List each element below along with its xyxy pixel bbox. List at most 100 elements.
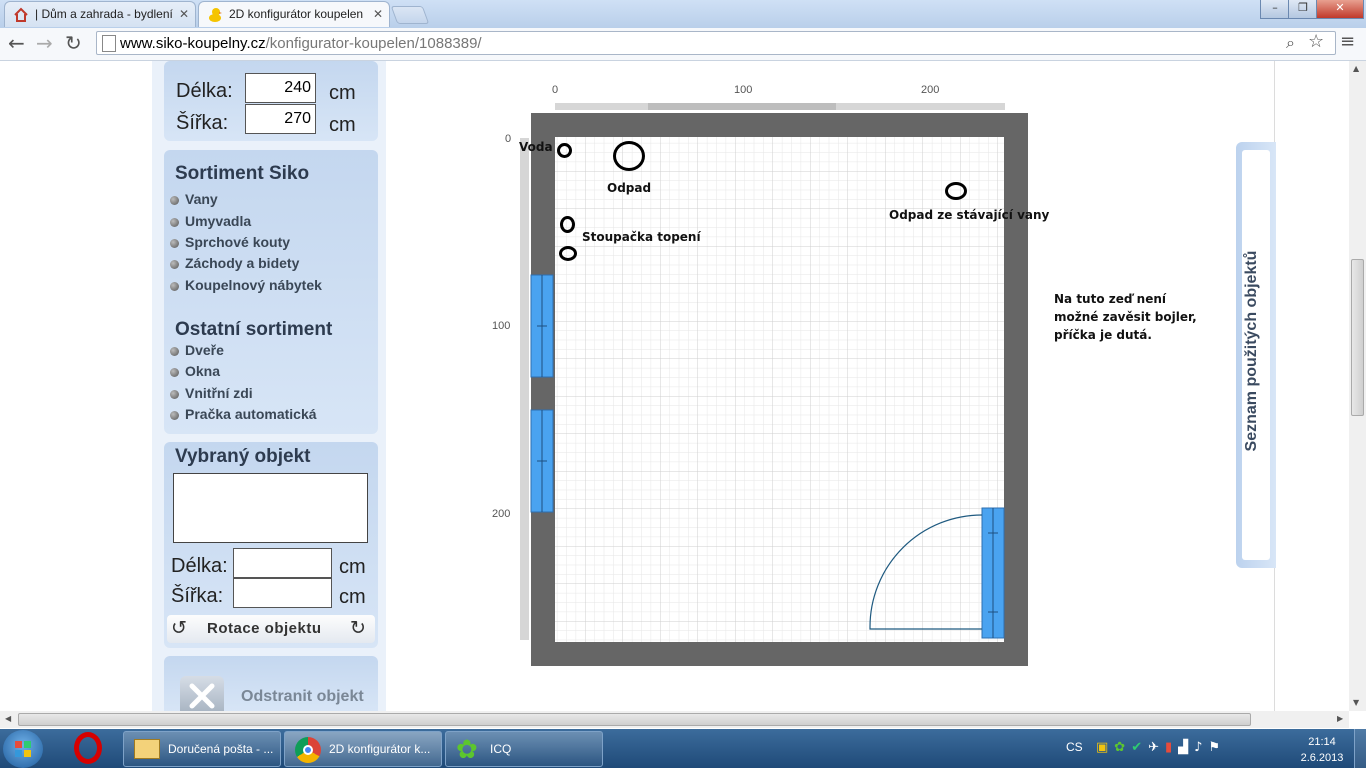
bullet-icon bbox=[170, 260, 179, 269]
taskbar-item-label: ICQ bbox=[490, 742, 512, 756]
taskbar-item-label: Doručená pošta - ... bbox=[168, 742, 274, 756]
unit-label: cm bbox=[339, 586, 366, 608]
wall-note: Na tuto zeď není možné zavěsit bojler, p… bbox=[1054, 290, 1197, 344]
ruler-x-highlight bbox=[648, 103, 836, 110]
heating-riser-marker[interactable] bbox=[559, 246, 577, 261]
tab-konfigurator[interactable]: 2D konfigurátor koupelen ✕ bbox=[198, 1, 390, 27]
close-tab-icon[interactable]: ✕ bbox=[373, 2, 383, 26]
wall-note-line: Na tuto zeď není bbox=[1054, 292, 1166, 306]
unit-label: cm bbox=[329, 114, 356, 136]
taskbar-item-icq[interactable]: ✿ ICQ bbox=[445, 731, 603, 767]
page-icon bbox=[102, 35, 116, 52]
ruler-y-label: 200 bbox=[492, 508, 511, 520]
maximize-button[interactable]: ❐ bbox=[1288, 0, 1318, 19]
volume-icon[interactable]: ♪ bbox=[1194, 740, 1208, 755]
clock-time: 21:14 bbox=[1308, 736, 1336, 748]
room-width-input[interactable] bbox=[245, 104, 316, 134]
ruler-y-label: 100 bbox=[492, 320, 511, 332]
length-label: Délka: bbox=[176, 80, 233, 102]
scroll-right-icon[interactable]: ▶ bbox=[1337, 714, 1343, 723]
object-width-input[interactable] bbox=[233, 578, 332, 608]
bullet-icon bbox=[170, 411, 179, 420]
unit-label: cm bbox=[329, 82, 356, 104]
url-text[interactable]: www.siko-koupelny.cz/konfigurator-koupel… bbox=[120, 35, 482, 52]
vertical-scroll-thumb[interactable] bbox=[1351, 259, 1364, 416]
show-desktop-button[interactable] bbox=[1354, 729, 1366, 768]
ostatni-item-okna[interactable]: Okna bbox=[185, 363, 220, 379]
start-button[interactable] bbox=[3, 730, 43, 768]
rotate-label: Rotace objektu bbox=[207, 620, 322, 637]
sortiment-item-zachody[interactable]: Záchody a bidety bbox=[185, 255, 299, 271]
sortiment-item-nabytek[interactable]: Koupelnový nábytek bbox=[185, 277, 322, 293]
sortiment-item-sprchove-kouty[interactable]: Sprchové kouty bbox=[185, 234, 290, 250]
scroll-down-icon[interactable]: ▼ bbox=[1353, 698, 1359, 707]
bullet-icon bbox=[170, 368, 179, 377]
sortiment-siko-title: Sortiment Siko bbox=[175, 163, 310, 184]
tray-icon[interactable]: ▮ bbox=[1165, 740, 1178, 755]
bookmark-star-icon[interactable]: ☆ bbox=[1308, 31, 1324, 52]
back-icon[interactable]: ← bbox=[8, 31, 25, 55]
used-objects-label: Seznam použitých objektů bbox=[1243, 250, 1260, 452]
url-domain: www.siko-koupelny.cz bbox=[120, 35, 266, 52]
object-length-input[interactable] bbox=[233, 548, 332, 578]
signal-icon[interactable]: ▟ bbox=[1178, 740, 1194, 755]
chrome-icon bbox=[295, 737, 321, 763]
bath-drain-label: Odpad ze stávající vany bbox=[889, 208, 1050, 222]
remove-icon[interactable] bbox=[180, 676, 224, 711]
room-length-input[interactable] bbox=[245, 73, 316, 103]
home-icon bbox=[13, 7, 29, 23]
remove-object-button[interactable]: Odstranit objekt bbox=[241, 688, 364, 706]
length-label: Délka: bbox=[171, 555, 228, 577]
drain-marker[interactable] bbox=[613, 141, 645, 171]
tray-icon[interactable]: ✔ bbox=[1131, 740, 1148, 755]
bullet-icon bbox=[170, 282, 179, 291]
opera-icon[interactable] bbox=[74, 732, 102, 764]
wall-note-line: příčka je dutá. bbox=[1054, 328, 1152, 342]
used-objects-tab[interactable]: Seznam použitých objektů bbox=[1236, 142, 1276, 568]
clock[interactable]: 21:14 2.6.2013 bbox=[1296, 734, 1348, 766]
bath-drain-marker[interactable] bbox=[945, 182, 967, 200]
scroll-left-icon[interactable]: ◀ bbox=[5, 714, 11, 723]
rotate-left-icon[interactable]: ↺ bbox=[171, 617, 187, 639]
tab-dum-a-zahrada[interactable]: | Dům a zahrada - bydlení ✕ bbox=[4, 1, 196, 27]
taskbar-item-chrome[interactable]: 2D konfigurátor k... bbox=[284, 731, 442, 767]
new-tab-button[interactable] bbox=[390, 6, 430, 24]
zoom-icon[interactable]: ⌕ bbox=[1286, 33, 1295, 53]
duck-icon bbox=[207, 7, 223, 23]
bullet-icon bbox=[170, 196, 179, 205]
forward-icon[interactable]: → bbox=[36, 31, 53, 55]
tray-icon[interactable]: ✿ bbox=[1114, 740, 1131, 755]
minimize-button[interactable]: – bbox=[1260, 0, 1290, 19]
ruler-x-label: 100 bbox=[734, 84, 753, 96]
tray-icon[interactable]: ✈ bbox=[1148, 740, 1165, 755]
ostatni-item-pracka[interactable]: Pračka automatická bbox=[185, 406, 317, 422]
close-tab-icon[interactable]: ✕ bbox=[179, 2, 189, 26]
selected-object-preview bbox=[173, 473, 368, 543]
sortiment-item-umyvadla[interactable]: Umyvadla bbox=[185, 213, 251, 229]
ostatni-item-vnitrni-zdi[interactable]: Vnitřní zdi bbox=[185, 385, 253, 401]
close-window-button[interactable]: ✕ bbox=[1316, 0, 1364, 19]
sortiment-item-vany[interactable]: Vany bbox=[185, 191, 218, 207]
reload-icon[interactable]: ↻ bbox=[65, 31, 82, 55]
horizontal-scroll-thumb[interactable] bbox=[18, 713, 1251, 726]
ostatni-sortiment-title: Ostatní sortiment bbox=[175, 319, 333, 340]
wall-note-line: možné zavěsit bojler, bbox=[1054, 310, 1197, 324]
taskbar-item-mail[interactable]: Doručená pošta - ... bbox=[123, 731, 281, 767]
width-label: Šířka: bbox=[171, 585, 224, 607]
ostatni-item-dvere[interactable]: Dveře bbox=[185, 342, 224, 358]
tray-icon[interactable]: ▣ bbox=[1096, 740, 1114, 755]
drain-label: Odpad bbox=[607, 181, 652, 195]
menu-icon[interactable]: ≡ bbox=[1340, 31, 1355, 52]
heating-riser-marker[interactable] bbox=[560, 216, 575, 233]
flag-icon[interactable]: ⚑ bbox=[1208, 740, 1226, 755]
language-indicator[interactable]: CS bbox=[1066, 740, 1083, 754]
bullet-icon bbox=[170, 239, 179, 248]
scroll-up-icon[interactable]: ▲ bbox=[1353, 64, 1359, 73]
water-connection-marker[interactable] bbox=[557, 143, 572, 158]
ruler-x-label: 0 bbox=[552, 84, 559, 96]
water-label: Voda bbox=[519, 140, 553, 154]
rotate-right-icon[interactable]: ↻ bbox=[350, 617, 366, 639]
selected-object-title: Vybraný objekt bbox=[175, 446, 311, 467]
bullet-icon bbox=[170, 347, 179, 356]
rotate-object-button[interactable]: ↺ Rotace objektu ↻ bbox=[167, 615, 375, 643]
